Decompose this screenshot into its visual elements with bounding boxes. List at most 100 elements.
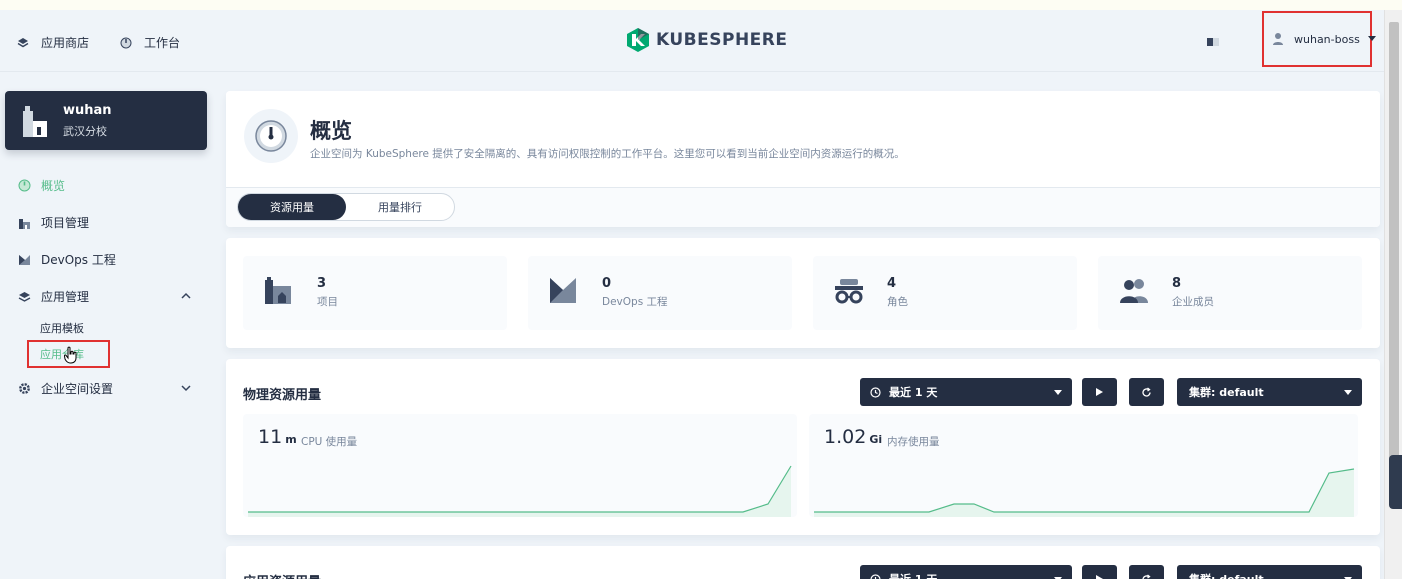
- top-strip: [0, 0, 1402, 10]
- tab-usage-ranking[interactable]: 用量排行: [346, 194, 454, 220]
- sidebar-item-label: 项目管理: [41, 216, 90, 230]
- time-range-value: 最近 1 天: [889, 386, 938, 399]
- clock-icon: [870, 386, 881, 398]
- stat-value: 3: [317, 276, 327, 291]
- kubesphere-logo-icon: [627, 28, 649, 52]
- nav-app-store[interactable]: 应用商店: [17, 34, 89, 51]
- sidebar-item-devops[interactable]: DevOps 工程: [18, 251, 116, 268]
- stat-value: 0: [602, 276, 612, 291]
- nav-app-store-label: 应用商店: [41, 36, 90, 50]
- section-title: 物理资源用量: [243, 388, 322, 403]
- play-icon: [1096, 388, 1103, 396]
- cpu-label: CPU 使用量: [301, 436, 358, 448]
- tabs-bar: 资源用量 用量排行: [226, 187, 1380, 227]
- app-management-icon: [18, 291, 31, 302]
- stat-card-roles[interactable]: 4 角色: [813, 256, 1077, 330]
- memory-label: 内存使用量: [887, 436, 940, 448]
- settings-icon: [19, 383, 30, 394]
- members-icon: [1120, 279, 1148, 303]
- chevron-down-icon[interactable]: [1368, 36, 1376, 41]
- stat-label: 项目: [317, 296, 338, 308]
- cpu-sparkline: [248, 465, 792, 517]
- stat-label: DevOps 工程: [602, 296, 668, 308]
- refresh-icon: [1142, 573, 1151, 579]
- nav-workbench[interactable]: 工作台: [120, 34, 180, 51]
- tab-resource-usage[interactable]: 资源用量: [238, 194, 346, 220]
- chevron-up-icon[interactable]: [181, 292, 191, 300]
- user-name: wuhan-boss: [1294, 32, 1360, 46]
- dashboard-icon: [120, 37, 132, 48]
- page-description: 企业空间为 KubeSphere 提供了安全隔离的、具有访问权限控制的工作平台。…: [310, 148, 905, 160]
- chevron-down-icon: [1344, 390, 1352, 395]
- role-icon: [835, 279, 863, 304]
- cpu-unit: m: [285, 433, 297, 446]
- tab-group: 资源用量 用量排行: [237, 193, 455, 221]
- workspace-card[interactable]: wuhan 武汉分校: [5, 91, 207, 150]
- floating-toolbox[interactable]: [1389, 455, 1402, 509]
- refresh-icon: [1142, 386, 1151, 397]
- stat-card-members[interactable]: 8 企业成员: [1098, 256, 1362, 330]
- memory-usage-chart: 1.02 Gi 内存使用量: [809, 414, 1358, 517]
- stat-card-devops[interactable]: 0 DevOps 工程: [528, 256, 792, 330]
- sidebar-item-workspace-settings[interactable]: 企业空间设置: [18, 380, 113, 397]
- clock-icon: [870, 573, 881, 579]
- app-usage-panel: 应用资源用量 最近 1 天 集群: default: [226, 546, 1380, 579]
- sidebar-subitem-app-templates[interactable]: 应用模板: [40, 320, 84, 336]
- cpu-value: 11: [258, 426, 283, 448]
- sidebar-item-projects[interactable]: 项目管理: [18, 214, 89, 231]
- devops-icon: [550, 278, 576, 303]
- user-icon: [1273, 33, 1283, 45]
- stat-card-projects[interactable]: 3 项目: [243, 256, 507, 330]
- page-title: 概览: [310, 119, 352, 143]
- chevron-down-icon: [1054, 390, 1062, 395]
- memory-value-row: 1.02 Gi: [824, 426, 882, 448]
- refresh-button[interactable]: [1129, 565, 1164, 579]
- time-range-select[interactable]: 最近 1 天: [860, 565, 1072, 579]
- overview-panel: 概览 企业空间为 KubeSphere 提供了安全隔离的、具有访问权限控制的工作…: [226, 91, 1380, 227]
- sidebar-item-label: DevOps 工程: [41, 253, 116, 267]
- cpu-usage-chart: 11 m CPU 使用量: [243, 414, 797, 517]
- project-icon: [19, 218, 30, 229]
- hand-cursor-icon: [64, 346, 77, 364]
- play-button[interactable]: [1082, 565, 1117, 579]
- overview-banner-icon: [244, 109, 298, 163]
- sidebar-item-label: 应用管理: [41, 290, 90, 304]
- overview-banner: 概览 企业空间为 KubeSphere 提供了安全隔离的、具有访问权限控制的工作…: [226, 91, 1380, 187]
- refresh-button[interactable]: [1129, 378, 1164, 406]
- memory-unit: Gi: [869, 433, 883, 446]
- stat-label: 角色: [887, 296, 908, 308]
- play-button[interactable]: [1082, 378, 1117, 406]
- memory-sparkline: [814, 468, 1355, 517]
- nav-workbench-label: 工作台: [144, 36, 181, 50]
- stats-panel: 3 项目 0 DevOps 工程 4 角色 8 企业成员: [226, 238, 1380, 348]
- workspace-name: wuhan: [63, 103, 112, 118]
- play-icon: [1096, 575, 1103, 579]
- chevron-down-icon[interactable]: [181, 384, 191, 392]
- stat-value: 4: [887, 276, 897, 291]
- top-header: 应用商店 工作台 KUBESPHERE: [0, 10, 1384, 72]
- time-range-value: 最近 1 天: [889, 571, 937, 579]
- stat-value: 8: [1172, 276, 1182, 291]
- logo-text: KUBESPHERE: [656, 30, 788, 50]
- user-menu[interactable]: wuhan-boss: [1262, 11, 1372, 67]
- scrollbar-thumb[interactable]: [1389, 22, 1399, 460]
- section-title: 应用资源用量: [243, 571, 321, 579]
- kubesphere-logo[interactable]: KUBESPHERE: [626, 27, 788, 53]
- cluster-value: 集群: default: [1189, 571, 1264, 579]
- sidebar-item-label: 企业空间设置: [41, 382, 114, 396]
- cluster-select[interactable]: 集群: default: [1177, 378, 1362, 406]
- cluster-value: 集群: default: [1189, 386, 1264, 399]
- workspace-icon: [23, 106, 47, 137]
- sidebar-item-label: 概览: [41, 179, 66, 193]
- appstore-icon: [17, 37, 29, 47]
- workspace-description: 武汉分校: [63, 125, 107, 138]
- sidebar-item-app-management[interactable]: 应用管理: [18, 288, 89, 305]
- devops-icon: [19, 254, 30, 265]
- project-icon: [265, 277, 291, 304]
- layout-toggle-icon[interactable]: [1206, 36, 1220, 51]
- sidebar-item-overview[interactable]: 概览: [18, 177, 65, 194]
- cpu-value-row: 11 m: [258, 426, 297, 448]
- time-range-select[interactable]: 最近 1 天: [860, 378, 1072, 406]
- cluster-select[interactable]: 集群: default: [1177, 565, 1362, 579]
- memory-value: 1.02: [824, 426, 867, 448]
